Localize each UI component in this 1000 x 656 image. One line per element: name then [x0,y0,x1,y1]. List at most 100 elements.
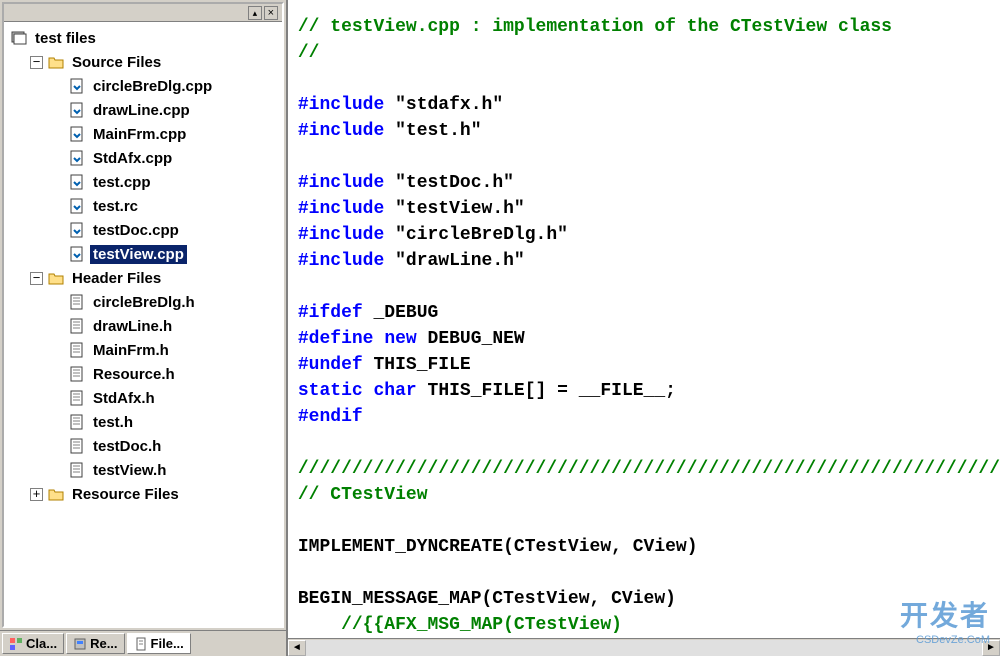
file-label: drawLine.cpp [90,101,193,120]
file-item[interactable]: testDoc.cpp [8,218,282,242]
file-label: testDoc.h [90,437,164,456]
tab-fileview[interactable]: File... [127,633,191,654]
code-keyword: #include [298,121,384,141]
code-text: THIS_FILE [363,355,471,375]
file-item[interactable]: StdAfx.h [8,386,282,410]
code-text: "testView.h" [384,199,524,219]
h-file-icon [68,366,86,382]
folder-label: Resource Files [69,485,182,504]
workspace-tabs: Cla... Re... File... [0,630,286,656]
cpp-file-icon [68,222,86,238]
file-label: testView.cpp [90,245,187,264]
h-file-icon [68,294,86,310]
h-file-icon [68,390,86,406]
resource-icon [73,637,87,651]
class-icon [9,637,23,651]
code-keyword: #include [298,95,384,115]
code-text: "circleBreDlg.h" [384,225,568,245]
file-label: StdAfx.cpp [90,149,175,168]
folder-header-files[interactable]: − Header Files [8,266,282,290]
code-comment: // [298,43,320,63]
file-label: MainFrm.h [90,341,172,360]
folder-source-files[interactable]: − Source Files [8,50,282,74]
code-keyword: new [384,329,416,349]
file-item[interactable]: drawLine.cpp [8,98,282,122]
code-text: "stdafx.h" [384,95,503,115]
cpp-file-icon [68,78,86,94]
code-keyword: #include [298,173,384,193]
file-item[interactable]: Resource.h [8,362,282,386]
file-label: testDoc.cpp [90,221,182,240]
code-text: IMPLEMENT_DYNCREATE(CTestView, CView) [298,537,698,557]
code-text: THIS_FILE[] = __FILE__; [417,381,676,401]
collapse-icon[interactable]: − [30,56,43,69]
file-item[interactable]: StdAfx.cpp [8,146,282,170]
file-label: MainFrm.cpp [90,125,189,144]
undock-button[interactable]: ▴ [248,6,262,20]
cpp-file-icon [68,126,86,142]
code-keyword: #include [298,199,384,219]
workspace-icon [10,30,28,46]
tree-root[interactable]: test files [8,26,282,50]
code-comment: // CTestView [298,485,428,505]
folder-icon [47,486,65,502]
h-file-icon [68,318,86,334]
code-keyword: #include [298,225,384,245]
code-text: DEBUG_NEW [417,329,525,349]
file-item-selected[interactable]: testView.cpp [8,242,282,266]
file-label: drawLine.h [90,317,175,336]
editor-pane: // testView.cpp : implementation of the … [288,0,1000,656]
tree-toolbar: ▴ × [4,4,282,22]
code-text: _DEBUG [363,303,439,323]
code-keyword: #undef [298,355,363,375]
expand-icon[interactable]: + [30,488,43,501]
file-label: Resource.h [90,365,178,384]
folder-resource-files[interactable]: + Resource Files [8,482,282,506]
file-label: circleBreDlg.cpp [90,77,215,96]
file-label: StdAfx.h [90,389,158,408]
folder-label: Source Files [69,53,164,72]
tab-label: Cla... [26,636,57,651]
code-text: BEGIN_MESSAGE_MAP(CTestView, CView) [298,589,676,609]
file-item[interactable]: circleBreDlg.cpp [8,74,282,98]
tab-label: File... [151,636,184,651]
h-file-icon [68,414,86,430]
code-keyword: #ifdef [298,303,363,323]
file-label: circleBreDlg.h [90,293,198,312]
file-item[interactable]: test.h [8,410,282,434]
sidebar: ▴ × test files − Source Files [0,0,288,656]
file-tree[interactable]: test files − Source Files circleBreDlg.c… [4,22,282,626]
code-comment: // testView.cpp : implementation of the … [298,17,892,37]
folder-open-icon [47,270,65,286]
code-keyword: #endif [298,407,363,427]
file-item[interactable]: MainFrm.h [8,338,282,362]
file-label: test.cpp [90,173,154,192]
h-file-icon [68,342,86,358]
file-item[interactable]: MainFrm.cpp [8,122,282,146]
file-label: test.rc [90,197,141,216]
code-editor[interactable]: // testView.cpp : implementation of the … [288,0,1000,638]
code-keyword: #include [298,251,384,271]
file-icon [134,637,148,651]
code-comment: ////////////////////////////////////////… [298,459,1000,479]
tab-label: Re... [90,636,117,651]
horizontal-scrollbar[interactable]: ◄ ► [288,638,1000,656]
scroll-track[interactable] [306,640,982,656]
cpp-file-icon [68,246,86,262]
file-item[interactable]: testView.h [8,458,282,482]
file-item[interactable]: test.cpp [8,170,282,194]
tab-resourceview[interactable]: Re... [66,633,124,654]
tab-classview[interactable]: Cla... [2,633,64,654]
close-button[interactable]: × [264,6,278,20]
file-item[interactable]: testDoc.h [8,434,282,458]
cpp-file-icon [68,174,86,190]
code-keyword: char [374,381,417,401]
scroll-right-button[interactable]: ► [982,640,1000,656]
file-item[interactable]: test.rc [8,194,282,218]
code-comment: //{{AFX_MSG_MAP(CTestView) [298,615,622,635]
file-item[interactable]: circleBreDlg.h [8,290,282,314]
file-item[interactable]: drawLine.h [8,314,282,338]
scroll-left-button[interactable]: ◄ [288,640,306,656]
collapse-icon[interactable]: − [30,272,43,285]
code-text: "test.h" [384,121,481,141]
